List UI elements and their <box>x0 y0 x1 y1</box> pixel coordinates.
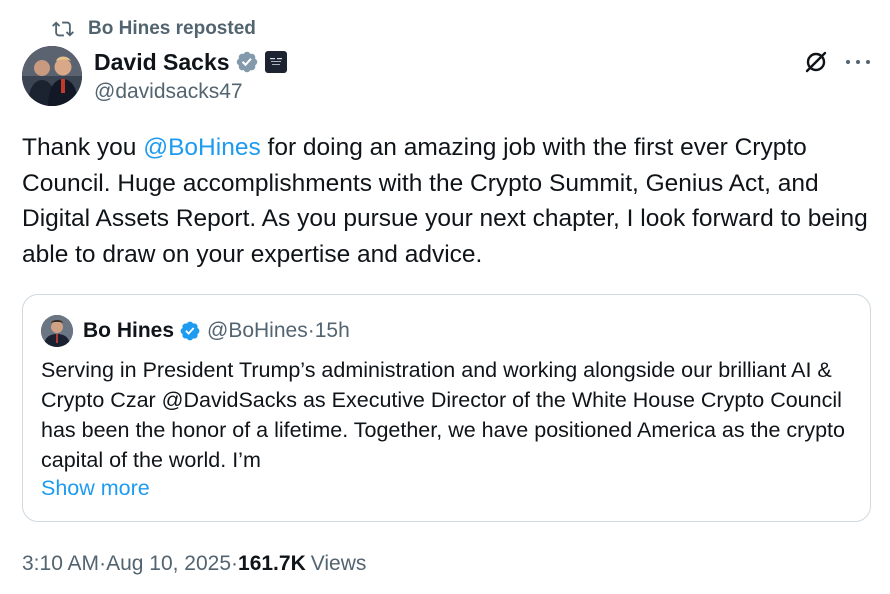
tweet-footer: 3:10 AM · Aug 10, 2025 · 161.7K Views <box>22 550 366 578</box>
blue-verified-icon[interactable] <box>179 320 201 342</box>
quote-avatar[interactable] <box>41 315 73 347</box>
author-name[interactable]: David Sacks <box>94 49 230 76</box>
tweet-text-part-1: Thank you <box>22 134 144 161</box>
author-avatar[interactable] <box>22 46 82 106</box>
grok-icon[interactable] <box>802 48 830 76</box>
quote-avatar-photo <box>41 315 73 347</box>
more-icon[interactable] <box>846 52 870 72</box>
repost-icon <box>52 21 74 37</box>
tweet-page: Bo Hines reposted David Sacks @davidsack… <box>0 0 890 594</box>
footer-dot-2: · <box>231 552 239 575</box>
post-time[interactable]: 3:10 AM <box>22 552 99 576</box>
author-header: David Sacks <box>94 46 287 78</box>
repost-indicator[interactable]: Bo Hines reposted <box>52 16 256 42</box>
avatar-photo <box>22 46 82 106</box>
quote-author-name[interactable]: Bo Hines <box>83 319 174 343</box>
tweet-text: Thank you @BoHines for doing an amazing … <box>22 130 872 272</box>
quote-text: Serving in President Trump’s administrat… <box>41 358 845 472</box>
affiliation-badge-icon[interactable] <box>264 51 287 73</box>
quote-header: Bo Hines @BoHines · 15h <box>83 316 350 346</box>
views-label: Views <box>310 552 367 575</box>
quote-timestamp[interactable]: 15h <box>315 319 350 343</box>
mention-link[interactable]: @BoHines <box>143 134 260 161</box>
post-date[interactable]: Aug 10, 2025 <box>106 552 231 576</box>
footer-dot-1: · <box>99 552 107 575</box>
author-handle[interactable]: @davidsacks47 <box>94 80 243 104</box>
views-count: 161.7K <box>238 552 306 575</box>
grey-verified-icon[interactable] <box>235 50 259 74</box>
quote-handle[interactable]: @BoHines <box>207 319 308 343</box>
show-more-link[interactable]: Show more <box>41 476 150 501</box>
quote-separator: · <box>307 319 315 342</box>
repost-text: Bo Hines reposted <box>88 18 256 39</box>
quoted-tweet-card[interactable]: Bo Hines @BoHines · 15h Serving in Presi… <box>22 294 871 522</box>
